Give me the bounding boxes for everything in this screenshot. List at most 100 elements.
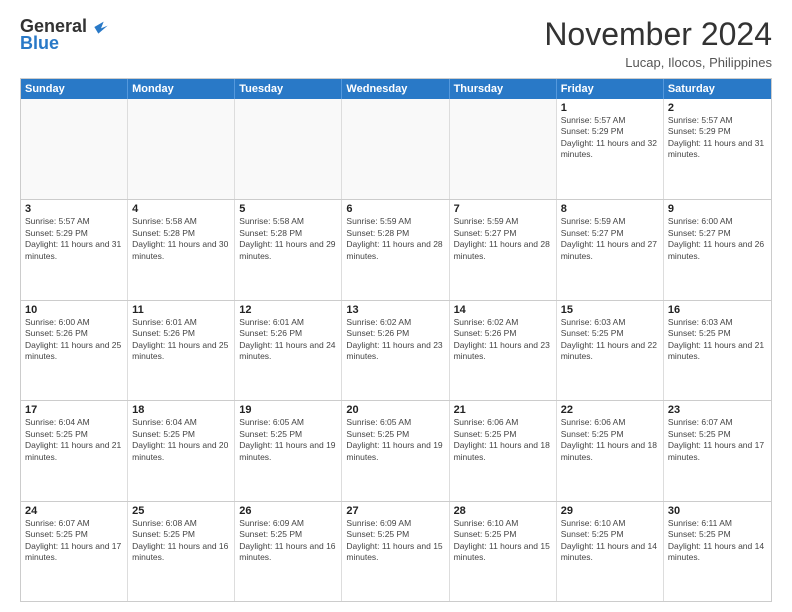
- calendar-day-25: 25Sunrise: 6:08 AM Sunset: 5:25 PM Dayli…: [128, 502, 235, 601]
- day-number: 19: [239, 404, 337, 416]
- day-number: 16: [668, 304, 767, 316]
- calendar-day-16: 16Sunrise: 6:03 AM Sunset: 5:25 PM Dayli…: [664, 301, 771, 400]
- day-number: 23: [668, 404, 767, 416]
- day-number: 30: [668, 505, 767, 517]
- logo: General Blue: [20, 16, 109, 54]
- day-number: 15: [561, 304, 659, 316]
- day-number: 21: [454, 404, 552, 416]
- calendar-day-10: 10Sunrise: 6:00 AM Sunset: 5:26 PM Dayli…: [21, 301, 128, 400]
- calendar-empty-cell: [235, 99, 342, 199]
- day-info: Sunrise: 5:58 AM Sunset: 5:28 PM Dayligh…: [239, 216, 337, 262]
- day-number: 3: [25, 203, 123, 215]
- calendar-empty-cell: [128, 99, 235, 199]
- calendar-day-17: 17Sunrise: 6:04 AM Sunset: 5:25 PM Dayli…: [21, 401, 128, 500]
- day-info: Sunrise: 5:59 AM Sunset: 5:27 PM Dayligh…: [561, 216, 659, 262]
- calendar-header-friday: Friday: [557, 79, 664, 99]
- day-number: 20: [346, 404, 444, 416]
- day-number: 2: [668, 102, 767, 114]
- day-info: Sunrise: 6:08 AM Sunset: 5:25 PM Dayligh…: [132, 518, 230, 564]
- day-info: Sunrise: 5:58 AM Sunset: 5:28 PM Dayligh…: [132, 216, 230, 262]
- calendar-day-1: 1Sunrise: 5:57 AM Sunset: 5:29 PM Daylig…: [557, 99, 664, 199]
- calendar-day-23: 23Sunrise: 6:07 AM Sunset: 5:25 PM Dayli…: [664, 401, 771, 500]
- calendar-day-21: 21Sunrise: 6:06 AM Sunset: 5:25 PM Dayli…: [450, 401, 557, 500]
- month-title: November 2024: [544, 16, 772, 53]
- calendar-day-20: 20Sunrise: 6:05 AM Sunset: 5:25 PM Dayli…: [342, 401, 449, 500]
- calendar-row-1: 1Sunrise: 5:57 AM Sunset: 5:29 PM Daylig…: [21, 99, 771, 199]
- calendar-row-5: 24Sunrise: 6:07 AM Sunset: 5:25 PM Dayli…: [21, 501, 771, 601]
- day-number: 17: [25, 404, 123, 416]
- day-number: 22: [561, 404, 659, 416]
- calendar-header: SundayMondayTuesdayWednesdayThursdayFrid…: [21, 79, 771, 99]
- day-number: 7: [454, 203, 552, 215]
- calendar-day-30: 30Sunrise: 6:11 AM Sunset: 5:25 PM Dayli…: [664, 502, 771, 601]
- day-info: Sunrise: 5:59 AM Sunset: 5:27 PM Dayligh…: [454, 216, 552, 262]
- calendar-day-28: 28Sunrise: 6:10 AM Sunset: 5:25 PM Dayli…: [450, 502, 557, 601]
- calendar-day-24: 24Sunrise: 6:07 AM Sunset: 5:25 PM Dayli…: [21, 502, 128, 601]
- day-info: Sunrise: 6:04 AM Sunset: 5:25 PM Dayligh…: [25, 417, 123, 463]
- calendar-day-15: 15Sunrise: 6:03 AM Sunset: 5:25 PM Dayli…: [557, 301, 664, 400]
- day-info: Sunrise: 6:06 AM Sunset: 5:25 PM Dayligh…: [561, 417, 659, 463]
- day-number: 25: [132, 505, 230, 517]
- day-info: Sunrise: 6:01 AM Sunset: 5:26 PM Dayligh…: [132, 317, 230, 363]
- day-number: 27: [346, 505, 444, 517]
- day-info: Sunrise: 6:10 AM Sunset: 5:25 PM Dayligh…: [454, 518, 552, 564]
- day-number: 9: [668, 203, 767, 215]
- day-number: 10: [25, 304, 123, 316]
- day-number: 13: [346, 304, 444, 316]
- day-info: Sunrise: 5:57 AM Sunset: 5:29 PM Dayligh…: [668, 115, 767, 161]
- calendar-day-6: 6Sunrise: 5:59 AM Sunset: 5:28 PM Daylig…: [342, 200, 449, 299]
- calendar-day-2: 2Sunrise: 5:57 AM Sunset: 5:29 PM Daylig…: [664, 99, 771, 199]
- day-info: Sunrise: 6:00 AM Sunset: 5:26 PM Dayligh…: [25, 317, 123, 363]
- calendar-day-14: 14Sunrise: 6:02 AM Sunset: 5:26 PM Dayli…: [450, 301, 557, 400]
- day-number: 24: [25, 505, 123, 517]
- calendar-day-7: 7Sunrise: 5:59 AM Sunset: 5:27 PM Daylig…: [450, 200, 557, 299]
- calendar-day-3: 3Sunrise: 5:57 AM Sunset: 5:29 PM Daylig…: [21, 200, 128, 299]
- day-info: Sunrise: 6:09 AM Sunset: 5:25 PM Dayligh…: [239, 518, 337, 564]
- day-info: Sunrise: 6:07 AM Sunset: 5:25 PM Dayligh…: [25, 518, 123, 564]
- day-number: 12: [239, 304, 337, 316]
- calendar-day-8: 8Sunrise: 5:59 AM Sunset: 5:27 PM Daylig…: [557, 200, 664, 299]
- calendar-header-tuesday: Tuesday: [235, 79, 342, 99]
- day-number: 5: [239, 203, 337, 215]
- day-number: 28: [454, 505, 552, 517]
- day-info: Sunrise: 6:05 AM Sunset: 5:25 PM Dayligh…: [346, 417, 444, 463]
- day-number: 26: [239, 505, 337, 517]
- day-info: Sunrise: 6:02 AM Sunset: 5:26 PM Dayligh…: [346, 317, 444, 363]
- day-info: Sunrise: 6:02 AM Sunset: 5:26 PM Dayligh…: [454, 317, 552, 363]
- header: General Blue November 2024 Lucap, Ilocos…: [20, 16, 772, 70]
- day-number: 1: [561, 102, 659, 114]
- calendar-row-3: 10Sunrise: 6:00 AM Sunset: 5:26 PM Dayli…: [21, 300, 771, 400]
- calendar-day-22: 22Sunrise: 6:06 AM Sunset: 5:25 PM Dayli…: [557, 401, 664, 500]
- calendar-row-4: 17Sunrise: 6:04 AM Sunset: 5:25 PM Dayli…: [21, 400, 771, 500]
- calendar-day-5: 5Sunrise: 5:58 AM Sunset: 5:28 PM Daylig…: [235, 200, 342, 299]
- calendar-day-13: 13Sunrise: 6:02 AM Sunset: 5:26 PM Dayli…: [342, 301, 449, 400]
- calendar-day-4: 4Sunrise: 5:58 AM Sunset: 5:28 PM Daylig…: [128, 200, 235, 299]
- day-info: Sunrise: 5:57 AM Sunset: 5:29 PM Dayligh…: [25, 216, 123, 262]
- day-number: 18: [132, 404, 230, 416]
- calendar-empty-cell: [342, 99, 449, 199]
- day-info: Sunrise: 5:57 AM Sunset: 5:29 PM Dayligh…: [561, 115, 659, 161]
- calendar-day-9: 9Sunrise: 6:00 AM Sunset: 5:27 PM Daylig…: [664, 200, 771, 299]
- location: Lucap, Ilocos, Philippines: [544, 55, 772, 70]
- calendar-grid: 1Sunrise: 5:57 AM Sunset: 5:29 PM Daylig…: [21, 99, 771, 601]
- day-number: 8: [561, 203, 659, 215]
- day-info: Sunrise: 6:11 AM Sunset: 5:25 PM Dayligh…: [668, 518, 767, 564]
- day-info: Sunrise: 5:59 AM Sunset: 5:28 PM Dayligh…: [346, 216, 444, 262]
- calendar-day-26: 26Sunrise: 6:09 AM Sunset: 5:25 PM Dayli…: [235, 502, 342, 601]
- calendar-header-saturday: Saturday: [664, 79, 771, 99]
- logo-bird-icon: [89, 17, 109, 37]
- calendar: SundayMondayTuesdayWednesdayThursdayFrid…: [20, 78, 772, 602]
- calendar-row-2: 3Sunrise: 5:57 AM Sunset: 5:29 PM Daylig…: [21, 199, 771, 299]
- day-number: 14: [454, 304, 552, 316]
- day-info: Sunrise: 6:05 AM Sunset: 5:25 PM Dayligh…: [239, 417, 337, 463]
- day-info: Sunrise: 6:09 AM Sunset: 5:25 PM Dayligh…: [346, 518, 444, 564]
- day-info: Sunrise: 6:07 AM Sunset: 5:25 PM Dayligh…: [668, 417, 767, 463]
- day-number: 11: [132, 304, 230, 316]
- day-info: Sunrise: 6:10 AM Sunset: 5:25 PM Dayligh…: [561, 518, 659, 564]
- calendar-header-monday: Monday: [128, 79, 235, 99]
- title-section: November 2024 Lucap, Ilocos, Philippines: [544, 16, 772, 70]
- day-number: 29: [561, 505, 659, 517]
- day-info: Sunrise: 6:06 AM Sunset: 5:25 PM Dayligh…: [454, 417, 552, 463]
- calendar-header-wednesday: Wednesday: [342, 79, 449, 99]
- calendar-empty-cell: [450, 99, 557, 199]
